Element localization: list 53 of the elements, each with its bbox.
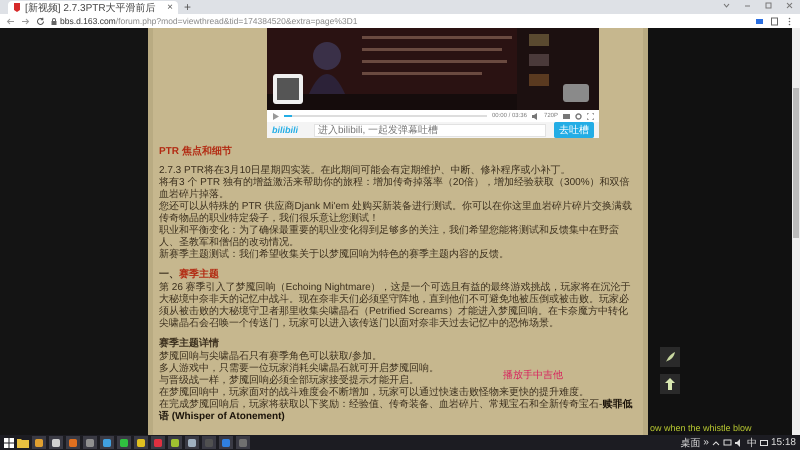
back-icon[interactable] [6, 16, 15, 26]
input-method[interactable]: 中 [746, 436, 757, 450]
close-icon[interactable] [785, 1, 794, 10]
lyrics-text: ow when the whistle blow [650, 423, 752, 433]
paragraph: 多人游戏中，只需要一位玩家消耗尖啸晶石就可开启梦魇回响。 [159, 363, 439, 374]
back-to-top-button[interactable] [660, 374, 680, 394]
app-icon[interactable] [32, 436, 46, 449]
app-icon[interactable] [66, 436, 80, 449]
up-arrow-icon [665, 378, 675, 390]
app-icon[interactable] [134, 436, 148, 449]
paragraph: 新赛季主题测试：我们希望收集关于以梦魇回响为特色的赛季主题内容的反馈。 [159, 249, 509, 261]
section-number: 一、 [159, 269, 179, 281]
fullscreen-icon[interactable] [587, 112, 594, 120]
app-icon[interactable] [117, 436, 131, 449]
comment-field[interactable]: 进入bilibili, 一起发弹幕吐槽 [314, 124, 546, 136]
logo: bilibili [272, 125, 300, 135]
play-icon[interactable] [272, 112, 279, 120]
desktop-label[interactable]: 桌面 [680, 436, 700, 450]
paragraph: 在梦魇回响中，玩家面对的战斗难度会不断增加，玩家可以通过快速击败怪物来更快的提升难度。 [159, 387, 589, 398]
danmaku-text: 播放手中吉他 [503, 370, 563, 382]
app-icon[interactable] [100, 436, 114, 449]
app-icon[interactable] [49, 436, 63, 449]
lock-icon [51, 18, 57, 24]
new-tab-button[interactable]: + [184, 2, 192, 12]
section-heading: 赛季主题 [179, 269, 219, 281]
paragraph: 梦魇回响与尖啸晶石只有赛季角色可以获取/参加。 [159, 351, 382, 362]
paragraph: 与晋级战一样，梦魇回响必须全部玩家接受提示才能开启。 [159, 375, 419, 386]
maximize-icon[interactable] [764, 1, 773, 10]
tray-up-icon[interactable] [712, 438, 720, 446]
folder-icon[interactable] [17, 438, 29, 448]
site-icon [13, 3, 21, 12]
scrollbar-thumb[interactable] [793, 88, 799, 238]
forward-icon[interactable] [21, 16, 30, 26]
paragraph: 第 26 赛季引入了梦魇回响（Echoing Nightmare），这是一个可选且有益的最终游戏挑战，玩家将在沉沦于大秘境中奈非天的记忆中战斗。现在奈非天们必须坚守阵地，直到他们不可避免地被压倒或被击败。玩家必须从被击败的大秘境守卫者那里收集尖啸晶石（Petrified Screams）才能进入梦魇回响。在卡奈魔方中转化尖啸晶石会召唤一个传送门，玩家可以进入该传送门以面对奈非天过去记忆中的恐怖场景。 [159, 282, 632, 330]
paragraph: 职业和平衡变化：为了确保最重要的职业变化得到足够多的关注，我们希望您能将测试和反馈集中在野蛮人、圣教军和僧侣的改动情况。 [159, 225, 620, 248]
paragraph: 将有3 个 PTR 独有的增益激活来帮助你的旅程：增加传奇掉落率（20倍），增加经验获取（300%）和双倍血岩碎片掉落。 [159, 177, 631, 200]
paragraph: 在完成梦魇回响后，玩家将获取以下奖励：经验值、传奇装备、血岩碎片、常规宝石和全新传奇宝石-赎罪低语 (Whisper of Atonement) [159, 399, 634, 423]
paragraph: 您还可以从特殊的 PTR 供应商Djank Mi'em 处购买新装备进行测试。你可以在你这里血岩碎片碎片交换满载传奇物品的职业特定袋子，我们很乐意让您测试！ [159, 201, 634, 224]
reply-button[interactable] [660, 347, 680, 367]
start-icon[interactable] [4, 438, 14, 448]
section-heading: PTR 焦点和细节 [159, 146, 232, 158]
browser-tab[interactable]: [新视频] 2.7.3PTR大平滑前后 × [8, 1, 178, 14]
reload-icon[interactable] [36, 16, 45, 26]
paragraph: 2.7.3 PTR将在3月10日星期四实装。在此期间可能会有定期维护、中断、修补程序或小补丁。 [159, 165, 571, 176]
tab-list-icon[interactable] [722, 1, 731, 10]
subheading: 赛季主题详情 [159, 338, 219, 350]
toolbar-more[interactable]: » [703, 437, 709, 448]
close-tab-button[interactable]: × [167, 2, 173, 12]
feather-icon [664, 351, 676, 363]
app-icon[interactable] [185, 436, 199, 449]
app-icon[interactable] [168, 436, 182, 449]
clock: 15:18 [770, 437, 796, 448]
app-icon[interactable] [83, 436, 97, 449]
